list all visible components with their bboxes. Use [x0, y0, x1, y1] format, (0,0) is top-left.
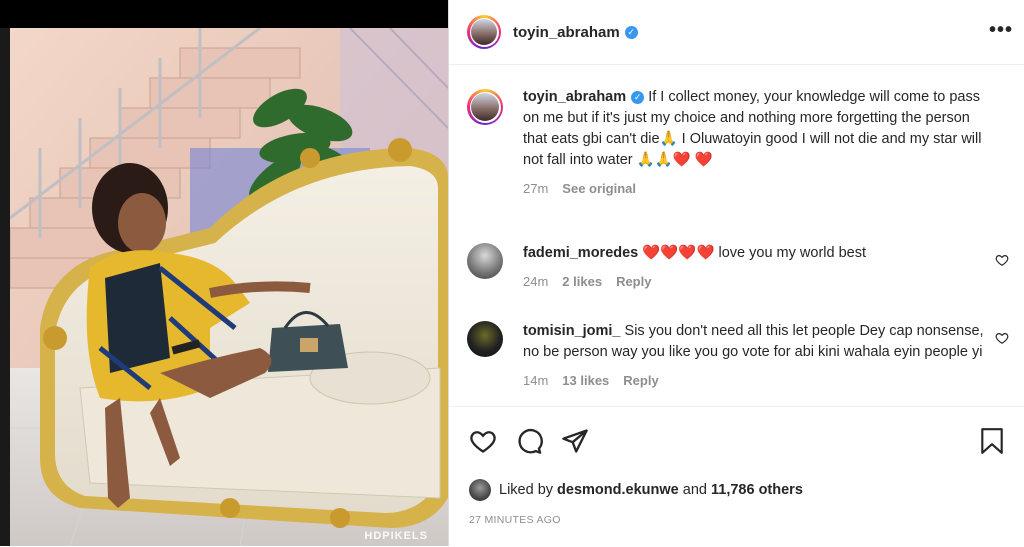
comment-time: 14m: [523, 373, 549, 388]
caption-meta: 27m See original: [523, 181, 993, 196]
like-comment-heart-icon[interactable]: [995, 331, 1009, 345]
liked-by-and: and: [682, 482, 707, 498]
heart-icon[interactable]: [469, 427, 497, 455]
comment-body: tomisin_jomi_ Sis you don't need all thi…: [523, 321, 993, 388]
post-photo[interactable]: HDPIKELS: [0, 0, 448, 546]
share-icon[interactable]: [561, 427, 589, 455]
caption-text-block: toyin_abraham ✓ If I collect money, your …: [523, 87, 993, 171]
comment-likes[interactable]: 13 likes: [562, 373, 609, 388]
photo-top-bar: [0, 0, 448, 28]
like-comment-heart-icon[interactable]: [995, 253, 1009, 267]
reply-button[interactable]: Reply: [616, 274, 651, 289]
caption-row: toyin_abraham ✓ If I collect money, your …: [467, 87, 1007, 196]
reply-button[interactable]: Reply: [623, 373, 658, 388]
comment-meta: 14m 13 likes Reply: [523, 373, 993, 388]
liker-avatar[interactable]: [469, 479, 491, 501]
photo-left-strip: [0, 28, 10, 546]
caption-avatar[interactable]: [467, 89, 503, 125]
caption-body: toyin_abraham ✓ If I collect money, your …: [523, 87, 993, 196]
photo-watermark: HDPIKELS: [364, 530, 428, 542]
see-original-link[interactable]: See original: [562, 181, 636, 196]
comment-row: fademi_moredes ❤️❤️❤️❤️ love you my worl…: [467, 243, 1009, 289]
scroll-fade: [449, 391, 1024, 405]
post-details-pane: toyin_abraham ✓ ••• toyin_abraham ✓ If I …: [448, 0, 1024, 546]
liker-username[interactable]: desmond.ekunwe: [557, 482, 679, 498]
comments-section[interactable]: toyin_abraham ✓ If I collect money, your …: [449, 65, 1024, 405]
comment-likes[interactable]: 2 likes: [562, 274, 602, 289]
more-icon[interactable]: •••: [989, 20, 1013, 40]
caption-time: 27m: [523, 181, 549, 196]
likes-summary: Liked by desmond.ekunwe and 11,786 other…: [469, 479, 803, 501]
comment-text: ❤️❤️❤️❤️ love you my world best: [642, 245, 867, 261]
comment-icon[interactable]: [515, 427, 543, 455]
commenter-avatar[interactable]: [467, 321, 503, 357]
commenter-username[interactable]: fademi_moredes: [523, 245, 638, 261]
comment-body: fademi_moredes ❤️❤️❤️❤️ love you my worl…: [523, 243, 993, 289]
comment-time: 24m: [523, 274, 549, 289]
comment-meta: 24m 2 likes Reply: [523, 274, 993, 289]
verified-icon: ✓: [631, 90, 645, 104]
comment-row: tomisin_jomi_ Sis you don't need all thi…: [467, 321, 1009, 388]
comment-text-block: tomisin_jomi_ Sis you don't need all thi…: [523, 321, 993, 363]
author-username[interactable]: toyin_abraham: [513, 24, 620, 41]
verified-icon: ✓: [624, 25, 638, 39]
comment-text-block: fademi_moredes ❤️❤️❤️❤️ love you my worl…: [523, 243, 993, 264]
caption-username[interactable]: toyin_abraham: [523, 89, 626, 105]
commenter-avatar[interactable]: [467, 243, 503, 279]
liked-by-prefix: Liked by: [499, 482, 554, 498]
post-image: [10, 28, 448, 546]
commenter-username[interactable]: tomisin_jomi_: [523, 323, 621, 339]
bookmark-icon[interactable]: [979, 427, 1005, 455]
post-actions: Liked by desmond.ekunwe and 11,786 other…: [449, 406, 1024, 547]
author-avatar[interactable]: [467, 15, 501, 49]
likes-others-link[interactable]: 11,786 others: [711, 482, 803, 498]
post-timestamp: 27 MINUTES AGO: [469, 514, 561, 526]
post-header: toyin_abraham ✓ •••: [449, 0, 1024, 65]
